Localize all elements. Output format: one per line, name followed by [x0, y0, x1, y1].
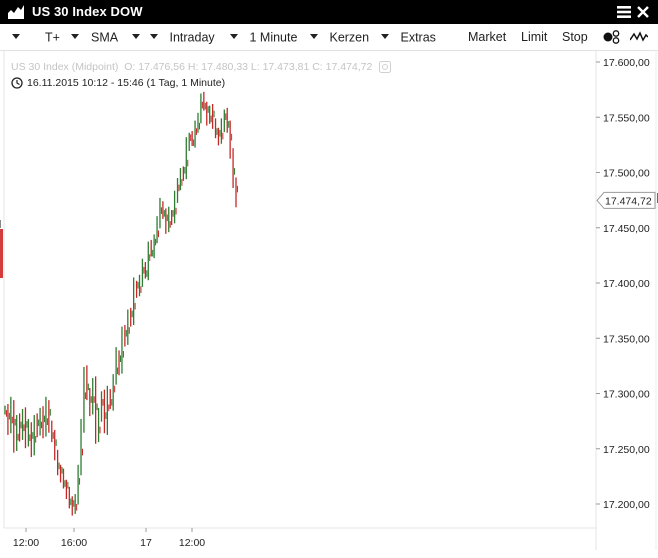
market-order-button[interactable]: Market: [468, 30, 506, 44]
y-tick-label: 17.200,00: [603, 499, 650, 511]
drawing-tool-dropdown[interactable]: [12, 30, 20, 44]
chart-logo-icon: [8, 5, 24, 19]
interval-dropdown[interactable]: 1 Minute: [230, 30, 297, 45]
chevron-down-icon: [381, 34, 389, 40]
period-label: Intraday: [169, 30, 215, 45]
last-price-label: 17.474,72: [605, 195, 652, 207]
chart-type-label: Kerzen: [329, 30, 370, 45]
chevron-down-icon: [131, 34, 140, 40]
toolbar: T+ SMA Intraday 1 Minute Kerzen Extras M…: [0, 24, 658, 51]
left-scroll-marker[interactable]: [0, 229, 3, 278]
y-tick-label: 17.600,00: [603, 57, 650, 69]
y-tick-label: 17.250,00: [603, 444, 650, 456]
close-icon[interactable]: [637, 5, 649, 19]
chart-type-dropdown[interactable]: Kerzen: [310, 30, 369, 45]
settings-circles-icon[interactable]: [603, 30, 623, 44]
window-title: US 30 Index DOW: [32, 4, 143, 19]
price-chart[interactable]: 17.600,00 17.550,00 17.500,00 17.450,00 17.4…: [0, 50, 658, 558]
x-tick-label: 12:00: [179, 537, 205, 549]
y-tick-label: 17.550,00: [603, 112, 650, 124]
menu-icon[interactable]: [617, 5, 631, 19]
chart-line-icon[interactable]: [630, 31, 648, 43]
extras-label: Extras: [400, 30, 436, 45]
indicator-label: SMA: [91, 30, 119, 45]
text-tool-label: T+: [45, 30, 60, 45]
chevron-down-icon: [230, 34, 238, 40]
extras-dropdown[interactable]: Extras: [381, 30, 436, 45]
x-tick-label: 12:00: [13, 537, 39, 549]
period-dropdown[interactable]: Intraday: [150, 30, 215, 45]
chevron-down-icon: [150, 34, 158, 40]
y-tick-label: 17.350,00: [603, 333, 650, 345]
title-bar: US 30 Index DOW: [0, 0, 658, 24]
x-tick-label: 17: [140, 537, 152, 549]
chevron-down-icon: [310, 34, 318, 40]
stop-order-button[interactable]: Stop: [562, 30, 588, 44]
y-tick-label: 17.450,00: [603, 223, 650, 235]
chevron-down-icon: [12, 34, 20, 40]
x-tick-label: 16:00: [61, 537, 87, 549]
limit-order-button[interactable]: Limit: [521, 30, 547, 44]
chevron-down-icon: [71, 34, 80, 40]
interval-label: 1 Minute: [249, 30, 298, 45]
y-tick-label: 17.500,00: [603, 168, 650, 180]
y-tick-label: 17.400,00: [603, 278, 650, 290]
indicator-dropdown[interactable]: SMA: [91, 30, 140, 45]
text-tool-dropdown[interactable]: T+: [45, 30, 80, 45]
left-scroll-marker-top: [0, 220, 1, 228]
y-tick-label: 17.300,00: [603, 389, 650, 401]
